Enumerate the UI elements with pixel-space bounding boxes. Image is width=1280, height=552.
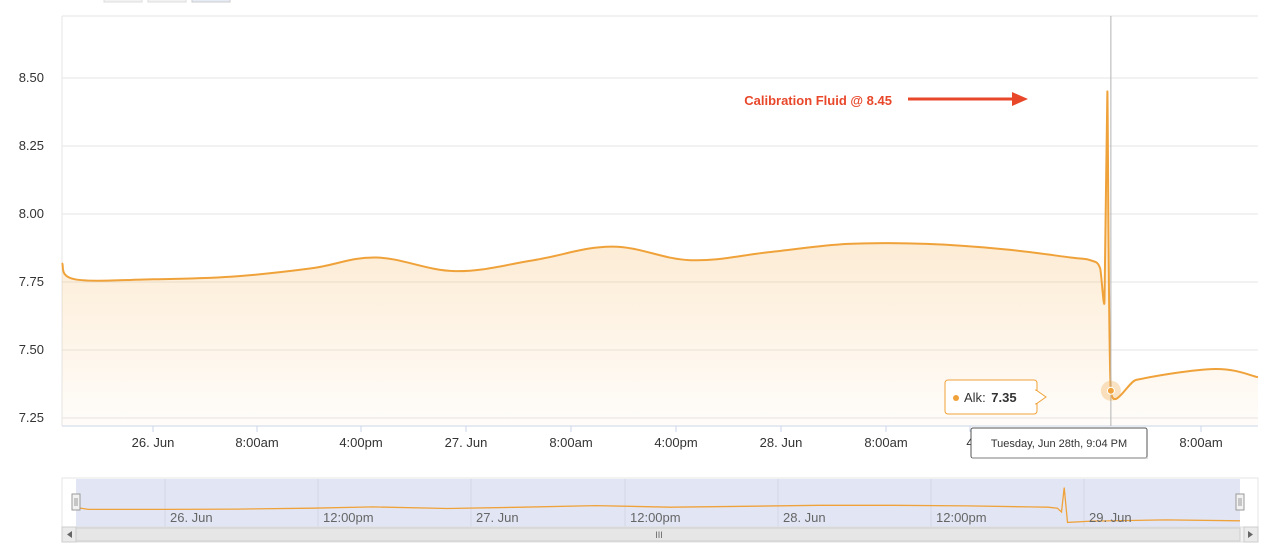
y-tick-label: 7.25	[19, 410, 44, 425]
x-tick-label: 28. Jun	[760, 435, 803, 450]
alk-data-point	[74, 278, 76, 280]
navigator-tick-label: 26. Jun	[170, 510, 213, 525]
x-tick-label: 8:00am	[1179, 435, 1222, 450]
alk-data-point	[1257, 376, 1259, 378]
x-tick-label: 8:00am	[864, 435, 907, 450]
navigator-tick-label: 29. Jun	[1089, 510, 1132, 525]
alk-data-point	[61, 262, 63, 264]
alk-data-point	[1004, 248, 1006, 250]
alk-data-point	[690, 259, 692, 261]
navigator-tick-label: 12:00pm	[630, 510, 681, 525]
x-tick-label: 4:00pm	[339, 435, 382, 450]
navigator[interactable]: 26. Jun 12:00pm 27. Jun 12:00pm 28. Jun 12:00…	[61, 477, 1259, 529]
alk-data-point	[153, 278, 155, 280]
navigator-tick-label: 12:00pm	[936, 510, 987, 525]
tooltip: Alk: 7.35	[944, 379, 1047, 415]
y-tick-label: 8.25	[19, 138, 44, 153]
x-tick-label: 27. Jun	[445, 435, 488, 450]
alk-data-point	[768, 251, 770, 253]
alk-data-point	[611, 245, 613, 247]
alk-data-point	[1099, 267, 1101, 269]
y-tick-label: 7.50	[19, 342, 44, 357]
x-tick-label: 4:00pm	[654, 435, 697, 450]
alk-data-point	[454, 270, 456, 272]
range-button[interactable]	[103, 0, 143, 3]
date-tooltip: Tuesday, Jun 28th, 9:04 PM	[970, 427, 1148, 459]
alk-data-point	[847, 243, 849, 245]
x-tick-label: 8:00am	[549, 435, 592, 450]
y-axis-labels: 7.25 7.50 7.75 8.00 8.25 8.50	[19, 70, 44, 425]
alk-data-point	[1135, 379, 1137, 381]
y-tick-label: 8.50	[19, 70, 44, 85]
alk-data-point	[532, 259, 534, 261]
scrollbar-grip[interactable]: III	[655, 530, 663, 540]
scrollbar[interactable]: III	[61, 526, 1259, 543]
alk-data-point	[1070, 256, 1072, 258]
alkalinity-chart: 7.25 7.50 7.75 8.00 8.25 8.50 Calibration Flu…	[19, 0, 1259, 543]
hover-point	[1106, 386, 1115, 395]
navigator-tick-label: 28. Jun	[783, 510, 826, 525]
alk-data-point	[1106, 90, 1108, 92]
y-tick-label: 7.75	[19, 274, 44, 289]
y-tick-label: 8.00	[19, 206, 44, 221]
range-button[interactable]	[191, 0, 231, 3]
alk-data-point	[375, 256, 377, 258]
date-tooltip-text: Tuesday, Jun 28th, 9:04 PM	[991, 438, 1127, 450]
navigator-tick-label: 12:00pm	[323, 510, 374, 525]
alk-data-point	[1089, 259, 1091, 261]
alk-data-point	[1103, 300, 1105, 302]
navigator-handle-right[interactable]	[1235, 493, 1245, 511]
x-tick-label: 8:00am	[235, 435, 278, 450]
alk-data-point	[231, 275, 233, 277]
navigator-tick-label: 27. Jun	[476, 510, 519, 525]
range-button[interactable]	[147, 0, 187, 3]
navigator-handle-left[interactable]	[71, 493, 81, 511]
alk-data-point	[1214, 368, 1216, 370]
annotation-label: Calibration Fluid @ 8.45	[744, 93, 892, 108]
alk-data-point	[925, 243, 927, 245]
tooltip-series-bullet	[953, 395, 959, 401]
annotation-arrow	[908, 92, 1028, 106]
alk-data-point	[310, 267, 312, 269]
x-tick-label: 26. Jun	[132, 435, 175, 450]
range-selector[interactable]	[103, 0, 231, 3]
